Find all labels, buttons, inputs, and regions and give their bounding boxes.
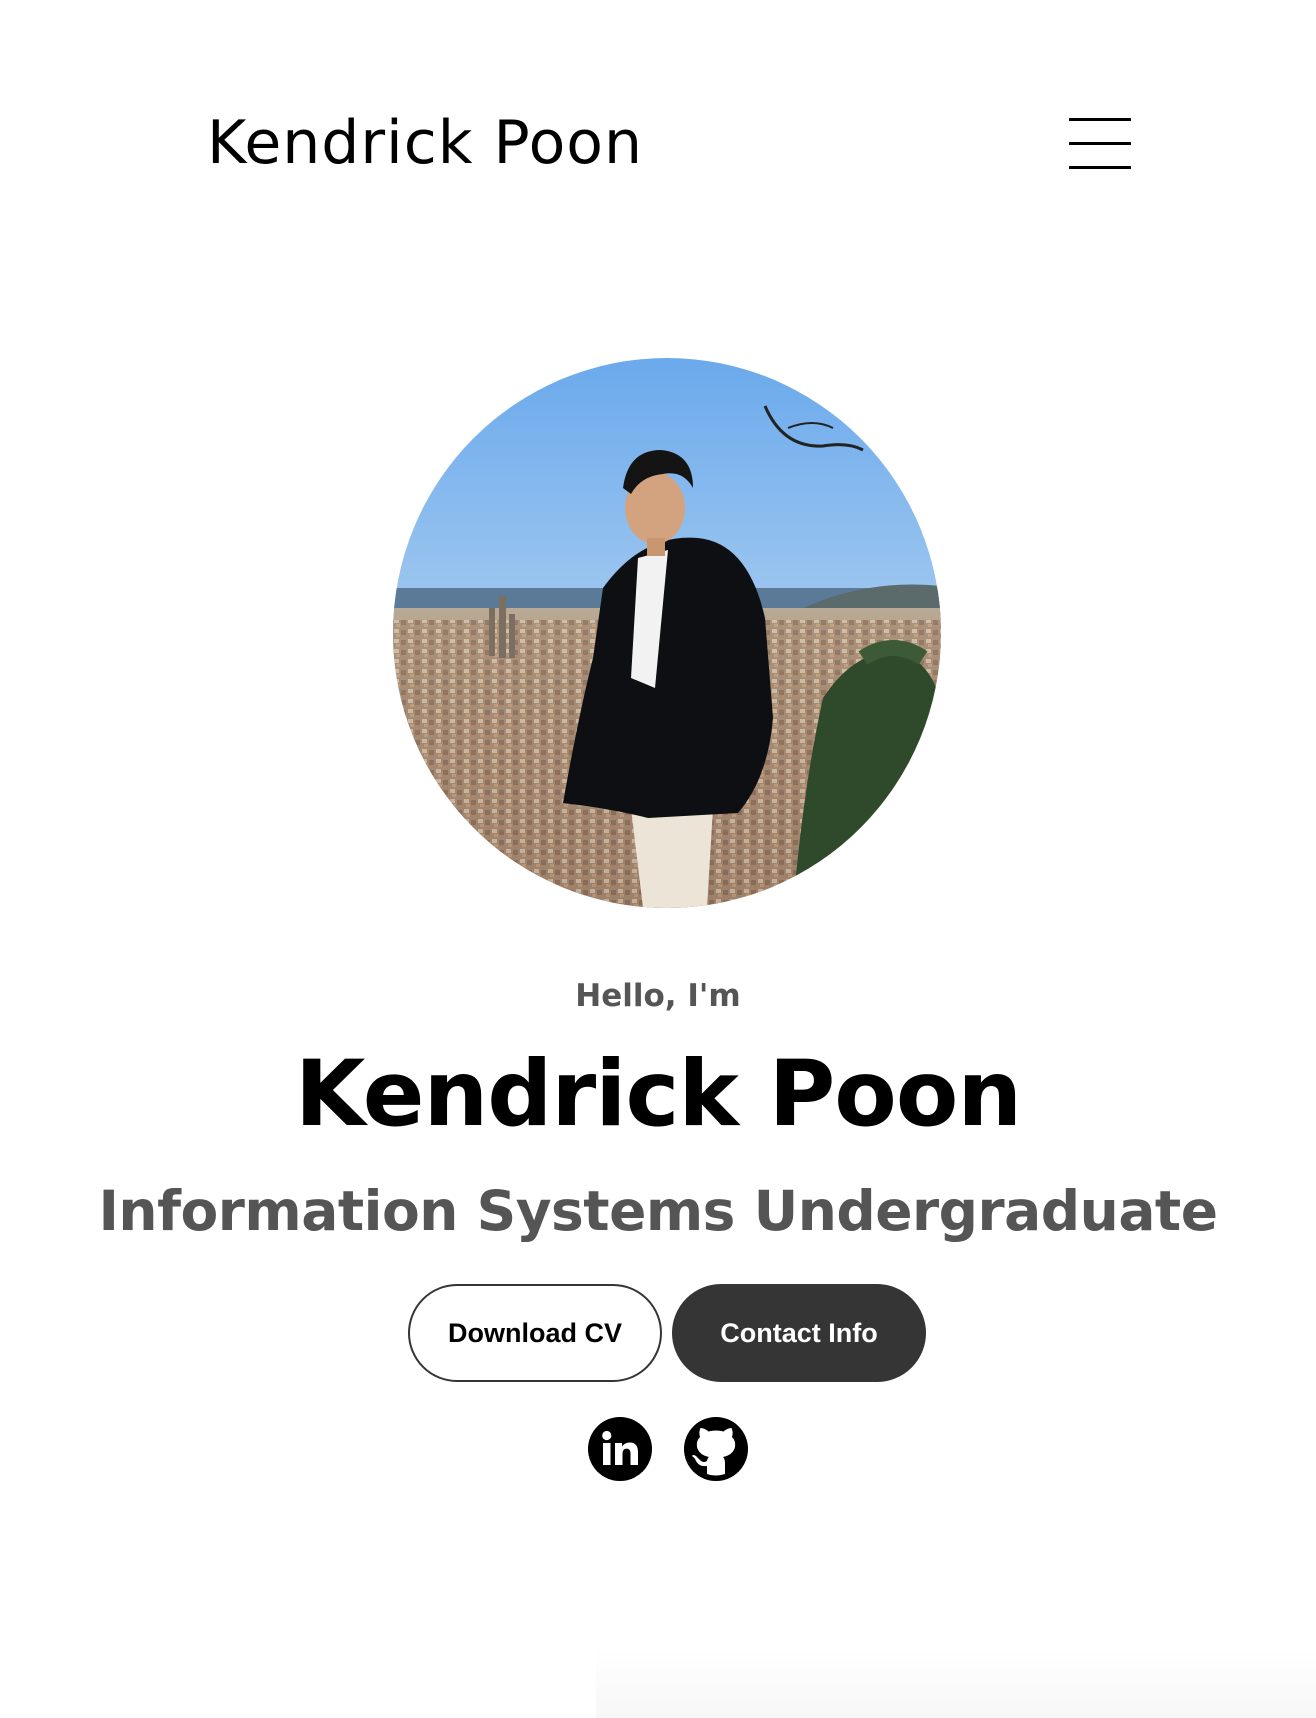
menu-bar <box>1069 142 1131 145</box>
menu-bar <box>1069 166 1131 169</box>
linkedin-icon[interactable] <box>587 1416 653 1482</box>
page: Kendrick Poon Hello, I'm Kendrick Poon I… <box>0 0 1316 1718</box>
profile-name: Kendrick Poon <box>294 1042 1022 1147</box>
contact-info-button[interactable]: Contact Info <box>672 1284 926 1382</box>
download-cv-button[interactable]: Download CV <box>408 1284 662 1382</box>
github-icon[interactable] <box>683 1416 749 1482</box>
profile-photo <box>393 358 941 908</box>
bottom-shade <box>596 1648 1316 1718</box>
greeting-text: Hello, I'm <box>575 978 741 1014</box>
profile-title: Information Systems Undergraduate <box>98 1179 1218 1243</box>
menu-bar <box>1069 118 1131 121</box>
hamburger-menu-icon[interactable] <box>1069 118 1131 170</box>
site-logo[interactable]: Kendrick Poon <box>207 103 643 183</box>
